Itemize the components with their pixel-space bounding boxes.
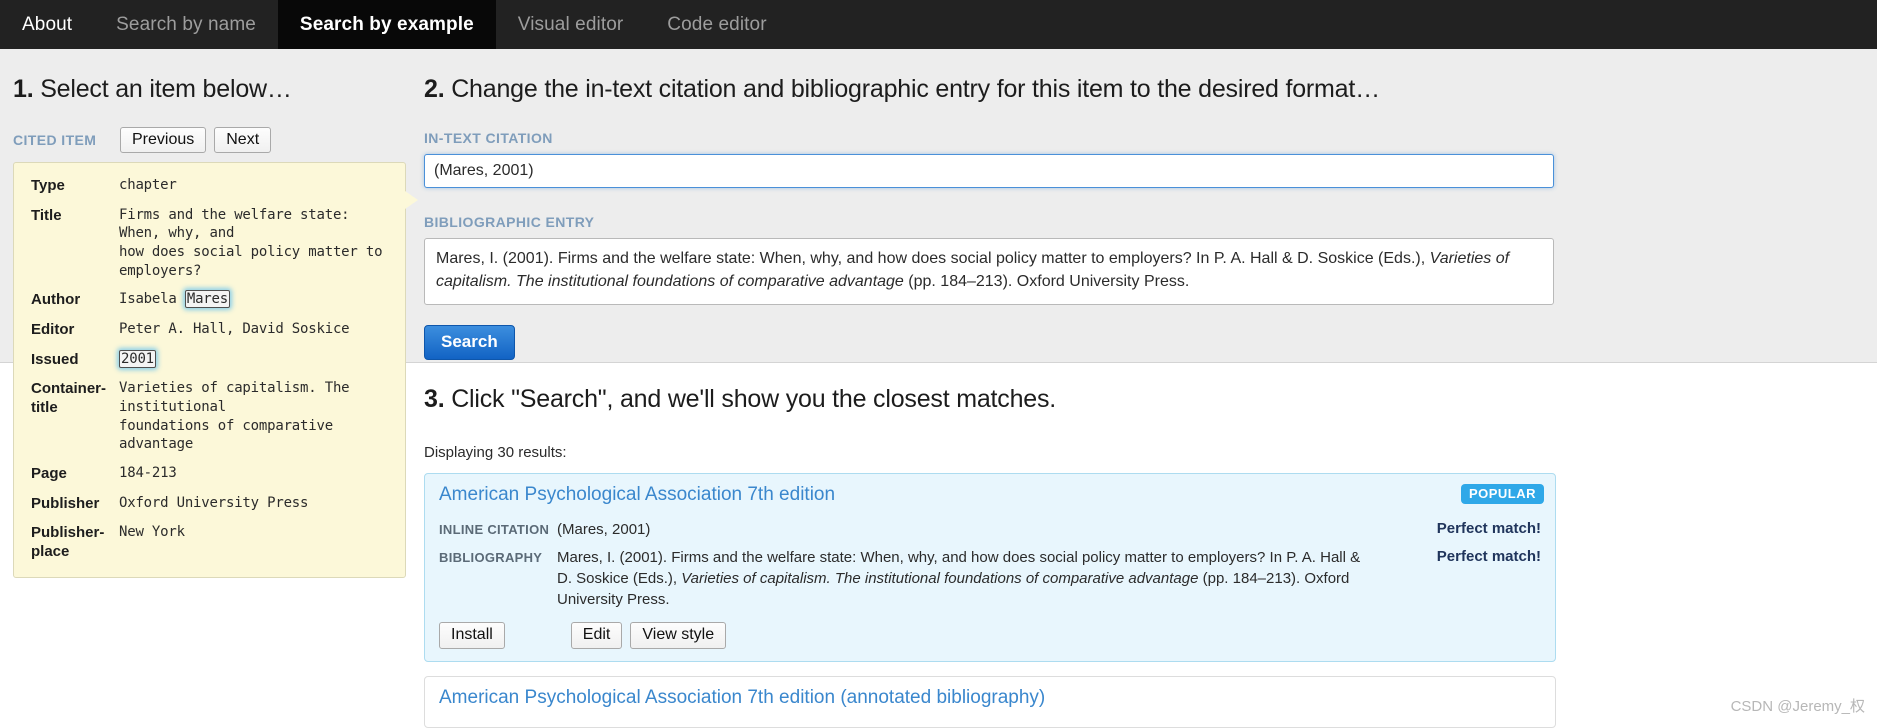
cited-field-key: Container-title xyxy=(31,380,106,417)
nav-item-code-editor[interactable]: Code editor xyxy=(645,0,788,49)
in-text-citation-label: IN-TEXT CITATION xyxy=(424,130,553,146)
inline-citation-match-status: Perfect match! xyxy=(1436,520,1541,537)
cited-field-row: Type chapter xyxy=(14,171,405,201)
next-button[interactable]: Next xyxy=(214,126,272,154)
page-body: 1. Select an item below… CITED ITEM Prev… xyxy=(0,49,1877,728)
cited-field-key: Publisher-place xyxy=(31,524,105,561)
cited-field-key: Author xyxy=(31,291,81,309)
nav-item-search-by-name[interactable]: Search by name xyxy=(94,0,278,49)
nav-item-search-by-example[interactable]: Search by example xyxy=(277,0,496,49)
install-button[interactable]: Install xyxy=(439,622,505,649)
cited-field-row: Container-title Varieties of capitalism.… xyxy=(14,374,405,458)
cited-field-value: Oxford University Press xyxy=(119,494,309,511)
step3-number: 3. xyxy=(424,385,445,413)
cited-field-key: Issued xyxy=(31,350,79,368)
step3-column: 3. Click "Search", and we'll show you th… xyxy=(424,385,1864,728)
step1-heading-text: Select an item below… xyxy=(33,75,292,103)
cited-field-value: Firms and the welfare state: When, why, … xyxy=(119,206,383,279)
result-bibliography-row: BIBLIOGRAPHY Mares, I. (2001). Firms and… xyxy=(439,547,1541,610)
step2-heading: 2. Change the in-text citation and bibli… xyxy=(424,49,1864,104)
step1-number: 1. xyxy=(13,75,34,103)
cited-field-key: Editor xyxy=(31,320,75,338)
bibliography-label: BIBLIOGRAPHY xyxy=(439,550,543,565)
step1-column: 1. Select an item below… CITED ITEM Prev… xyxy=(13,49,418,578)
cited-field-value: chapter xyxy=(119,177,177,193)
nav-item-label: Code editor xyxy=(667,13,767,35)
result-action-bar: Install Edit View style xyxy=(439,622,1541,649)
step2-column: 2. Change the in-text citation and bibli… xyxy=(424,49,1864,361)
top-navigation-bar: About Search by name Search by example V… xyxy=(0,0,1877,49)
result-style-title-link[interactable]: American Psychological Association 7th e… xyxy=(439,687,1045,709)
nav-item-label: Search by example xyxy=(299,13,474,35)
cited-field-row: Page 184-213 xyxy=(14,459,405,489)
cited-field-value-highlight[interactable]: Mares xyxy=(184,290,230,309)
result-card: POPULAR American Psychological Associati… xyxy=(424,473,1556,662)
cited-field-row: Issued 2001 xyxy=(14,345,405,375)
cited-field-value: 2001 xyxy=(119,349,156,369)
biblio-text-part2: (pp. 184–213). Oxford University Press. xyxy=(903,272,1190,290)
cited-field-row: Publisher-place New York xyxy=(14,518,405,567)
nav-item-label: Visual editor xyxy=(517,13,624,35)
cited-field-value: Peter A. Hall, David Soskice xyxy=(119,320,350,337)
cited-item-header: CITED ITEM Previous Next xyxy=(13,126,408,154)
previous-button[interactable]: Previous xyxy=(120,126,207,154)
cited-field-row: Publisher Oxford University Press xyxy=(14,489,405,519)
result-card: American Psychological Association 7th e… xyxy=(424,675,1556,728)
bibliography-italic: Varieties of capitalism. The institution… xyxy=(681,570,1199,587)
cited-field-value: New York xyxy=(119,524,185,541)
in-text-citation-input[interactable] xyxy=(424,154,1554,188)
inline-citation-value: (Mares, 2001) xyxy=(557,521,651,538)
cited-field-row: Author Isabela Mares xyxy=(14,285,405,315)
cited-field-key: Title xyxy=(31,206,62,224)
bibliographic-entry-input[interactable]: Mares, I. (2001). Firms and the welfare … xyxy=(424,238,1554,306)
step2-heading-text: Change the in-text citation and bibliogr… xyxy=(444,75,1380,103)
status-badge-popular: POPULAR xyxy=(1460,484,1544,504)
cited-field-row: Title Firms and the welfare state: When,… xyxy=(14,201,405,285)
results-count: Displaying 30 results: xyxy=(424,444,567,461)
nav-item-label: About xyxy=(22,13,73,35)
nav-item-about[interactable]: About xyxy=(0,0,94,49)
search-button[interactable]: Search xyxy=(424,325,515,361)
cited-field-value: 184-213 xyxy=(119,464,177,481)
cited-field-key: Type xyxy=(31,177,65,194)
bibliography-match-status: Perfect match! xyxy=(1436,548,1541,565)
result-style-title-link[interactable]: American Psychological Association 7th e… xyxy=(439,484,835,506)
cited-field-row: Editor Peter A. Hall, David Soskice xyxy=(14,315,405,345)
watermark-text: CSDN @Jeremy_权 xyxy=(1730,698,1865,715)
cited-item-label: CITED ITEM xyxy=(13,132,97,148)
cited-field-value-plain: Isabela xyxy=(119,291,185,308)
view-style-button[interactable]: View style xyxy=(630,622,727,649)
cited-field-key: Page xyxy=(31,464,67,482)
step2-number: 2. xyxy=(424,75,445,103)
step1-heading: 1. Select an item below… xyxy=(13,49,408,104)
bibliographic-entry-label: BIBLIOGRAPHIC ENTRY xyxy=(424,214,595,230)
inline-citation-label: INLINE CITATION xyxy=(439,522,550,537)
cited-field-value-highlight[interactable]: 2001 xyxy=(119,349,156,368)
cited-field-value: Varieties of capitalism. The institution… xyxy=(119,380,350,453)
cited-item-card: Type chapter Title Firms and the welfare… xyxy=(13,162,418,578)
bibliography-value: Mares, I. (2001). Firms and the welfare … xyxy=(557,547,1391,610)
step3-heading: 3. Click "Search", and we'll show you th… xyxy=(424,385,1864,414)
nav-item-label: Search by name xyxy=(116,13,256,35)
biblio-text-part1: Mares, I. (2001). Firms and the welfare … xyxy=(436,250,1430,267)
step3-heading-text: Click "Search", and we'll show you the c… xyxy=(444,385,1057,413)
cited-field-value: Isabela Mares xyxy=(119,290,230,309)
nav-item-visual-editor[interactable]: Visual editor xyxy=(496,0,646,49)
edit-button[interactable]: Edit xyxy=(570,622,623,649)
cited-field-key: Publisher xyxy=(31,494,100,512)
result-inline-citation-row: INLINE CITATION (Mares, 2001) Perfect ma… xyxy=(439,519,1541,540)
